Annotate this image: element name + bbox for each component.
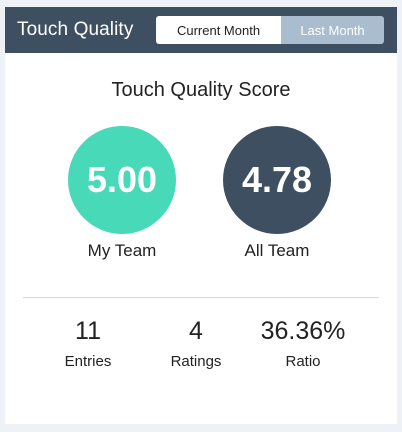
tab-current-month[interactable]: Current Month <box>156 16 281 44</box>
ratings-label: Ratings <box>170 353 222 370</box>
ratio-value: 36.36% <box>260 317 346 345</box>
card-title: Touch Quality <box>17 19 134 40</box>
entries-label: Entries <box>64 353 112 370</box>
ratings-value: 4 <box>189 317 203 345</box>
ratio-label: Ratio <box>285 353 321 370</box>
all-team-score-circle: 4.78 <box>223 126 331 234</box>
divider <box>23 297 379 298</box>
card-header: Touch Quality Current Month Last Month <box>5 7 397 53</box>
all-team-score-value: 4.78 <box>241 159 313 200</box>
entries-value: 11 <box>75 317 101 345</box>
all-team-label: All Team <box>244 241 310 260</box>
score-title: Touch Quality Score <box>111 79 291 101</box>
touch-quality-card: Touch Quality Current Month Last Month T… <box>5 7 397 424</box>
my-team-label: My Team <box>87 241 157 260</box>
tab-last-month[interactable]: Last Month <box>281 16 384 44</box>
my-team-score-value: 5.00 <box>86 159 158 200</box>
my-team-score-circle: 5.00 <box>68 126 176 234</box>
month-toggle: Current Month Last Month <box>156 16 384 44</box>
